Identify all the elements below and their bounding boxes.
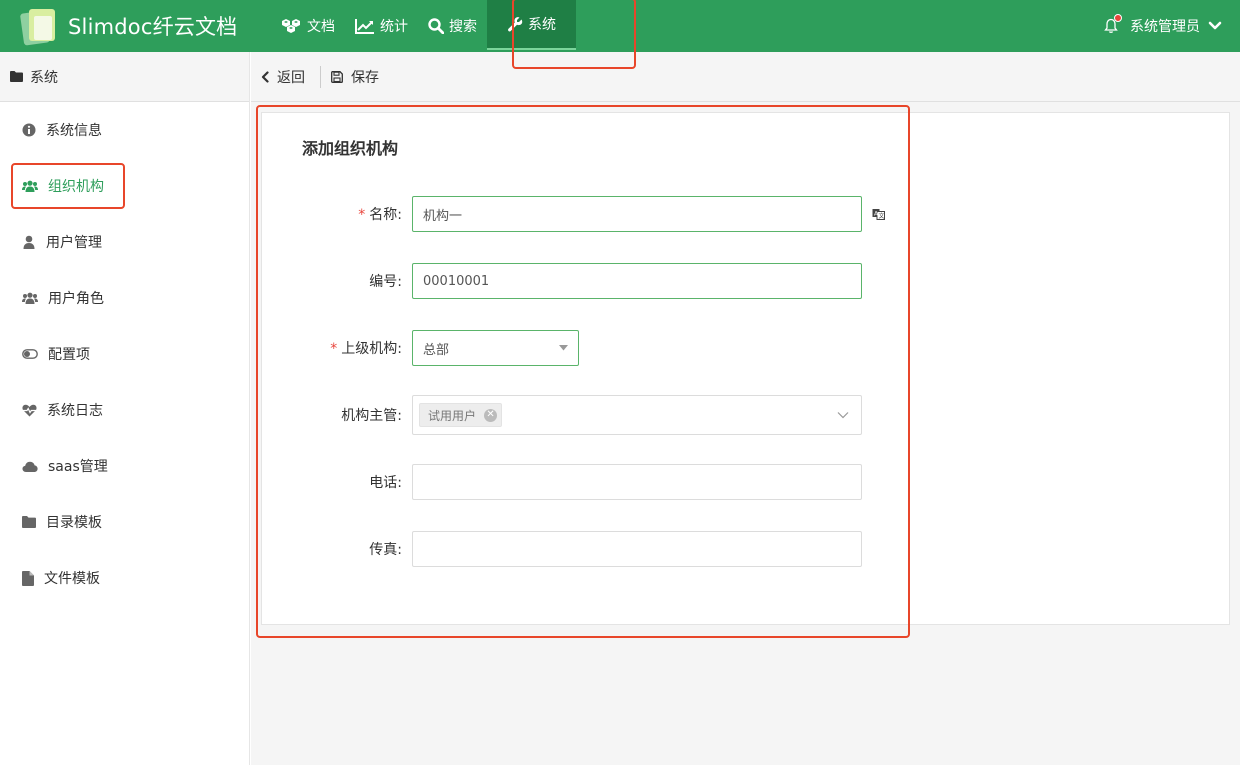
sidebar: 系统 系统信息 组织机构 用户管理 用户角色 配置项 系统日志 saas管理 目… xyxy=(0,52,250,765)
info-circle-icon xyxy=(22,123,36,137)
users-icon xyxy=(22,292,38,304)
chevron-down-icon xyxy=(837,412,849,419)
sidebar-item-label: saas管理 xyxy=(48,459,108,475)
form-row-manager: 机构主管: 试用用户 ✕ xyxy=(262,395,1231,435)
folder-icon xyxy=(22,516,36,528)
sidebar-header: 系统 xyxy=(0,52,249,102)
main-nav: 文档 统计 搜索 系统 xyxy=(270,0,576,52)
cubes-icon xyxy=(282,19,300,33)
sidebar-item-directory-template[interactable]: 目录模板 xyxy=(0,494,249,550)
sidebar-item-label: 用户角色 xyxy=(48,291,104,307)
manager-tag: 试用用户 ✕ xyxy=(419,403,503,427)
toggle-icon xyxy=(22,349,38,359)
folder-icon xyxy=(10,71,23,82)
sidebar-item-label: 文件模板 xyxy=(44,571,100,587)
save-button-label: 保存 xyxy=(351,69,379,86)
form-row-parent: * 上级机构: 总部 xyxy=(262,330,1231,366)
cloud-icon xyxy=(22,461,38,472)
user-icon xyxy=(23,235,35,249)
fax-input[interactable] xyxy=(412,531,862,567)
sidebar-item-system-info[interactable]: 系统信息 xyxy=(0,102,249,158)
manager-label: 机构主管: xyxy=(341,408,402,424)
back-button-label: 返回 xyxy=(277,69,305,86)
sidebar-item-label: 系统日志 xyxy=(47,403,103,419)
users-icon xyxy=(22,180,38,192)
svg-text:文: 文 xyxy=(879,212,885,220)
sidebar-item-system-log[interactable]: 系统日志 xyxy=(0,382,249,438)
nav-item-docs[interactable]: 文档 xyxy=(270,0,345,52)
name-label: * 名称: xyxy=(358,207,402,223)
logo[interactable]: Slimdoc纤云文档 xyxy=(19,6,270,46)
sidebar-item-user-management[interactable]: 用户管理 xyxy=(0,214,249,270)
nav-item-label: 搜索 xyxy=(449,19,477,35)
form-title: 添加组织机构 xyxy=(302,139,399,158)
sidebar-header-label: 系统 xyxy=(30,69,58,86)
wrench-icon xyxy=(508,17,523,32)
required-mark: * xyxy=(358,207,366,223)
nav-item-search[interactable]: 搜索 xyxy=(418,0,487,52)
app-title: Slimdoc纤云文档 xyxy=(68,15,238,39)
file-icon xyxy=(22,570,34,586)
form-row-phone: 电话: xyxy=(262,464,1231,500)
nav-item-label: 文档 xyxy=(307,19,335,35)
parent-select-value: 总部 xyxy=(423,342,450,358)
code-input[interactable]: 00010001 xyxy=(412,263,862,299)
user-area: 系统管理员 xyxy=(1104,0,1222,52)
save-button[interactable]: 保存 xyxy=(321,66,386,88)
form-row-fax: 传真: xyxy=(262,531,1231,567)
sidebar-item-label: 系统信息 xyxy=(46,123,102,139)
logo-icon xyxy=(19,6,60,46)
toolbar: 返回 保存 xyxy=(251,52,1240,102)
sidebar-item-label: 目录模板 xyxy=(46,515,102,531)
name-input[interactable]: 机构一 xyxy=(412,196,862,232)
sidebar-item-label: 配置项 xyxy=(48,347,90,363)
form-row-name: * 名称: 机构一 A文 xyxy=(262,196,1231,232)
translate-icon[interactable]: A文 xyxy=(872,208,885,220)
notification-button[interactable] xyxy=(1104,14,1122,34)
chevron-left-icon xyxy=(261,70,269,83)
nav-item-label: 统计 xyxy=(380,19,408,35)
back-button[interactable]: 返回 xyxy=(251,66,312,88)
tag-remove-icon[interactable]: ✕ xyxy=(484,408,498,422)
caret-down-icon xyxy=(559,345,568,351)
sidebar-item-saas[interactable]: saas管理 xyxy=(0,438,249,494)
form-row-code: 编号: 00010001 xyxy=(262,263,1231,299)
sidebar-item-label: 用户管理 xyxy=(46,235,102,251)
nav-item-label: 系统 xyxy=(528,17,556,33)
line-chart-icon xyxy=(355,19,374,34)
chevron-down-icon[interactable] xyxy=(1208,21,1222,31)
parent-select[interactable]: 总部 xyxy=(412,330,579,366)
phone-input[interactable] xyxy=(412,464,862,500)
required-mark: * xyxy=(330,341,338,357)
form-card: 添加组织机构 * 名称: 机构一 A文 编号: 00010001 * 上级机构: 总… xyxy=(261,112,1230,625)
phone-label: 电话: xyxy=(369,475,402,491)
nav-item-stats[interactable]: 统计 xyxy=(345,0,418,52)
code-label: 编号: xyxy=(369,274,402,290)
heartbeat-icon xyxy=(22,404,37,416)
top-bar: Slimdoc纤云文档 文档 统计 搜索 系统 系统管理员 xyxy=(0,0,1240,52)
main-content: 添加组织机构 * 名称: 机构一 A文 编号: 00010001 * 上级机构: 总… xyxy=(251,102,1240,765)
nav-item-system[interactable]: 系统 xyxy=(487,0,576,50)
manager-tag-label: 试用用户 xyxy=(428,408,477,423)
sidebar-item-file-template[interactable]: 文件模板 xyxy=(0,550,249,606)
notification-dot xyxy=(1114,14,1122,22)
fax-label: 传真: xyxy=(369,542,402,558)
save-icon xyxy=(331,70,343,83)
search-icon xyxy=(428,18,444,34)
sidebar-item-user-roles[interactable]: 用户角色 xyxy=(0,270,249,326)
user-name[interactable]: 系统管理员 xyxy=(1130,16,1200,36)
sidebar-item-config[interactable]: 配置项 xyxy=(0,326,249,382)
parent-label: * 上级机构: xyxy=(330,341,402,357)
sidebar-item-organization[interactable]: 组织机构 xyxy=(0,158,249,214)
manager-select[interactable]: 试用用户 ✕ xyxy=(412,395,862,435)
sidebar-item-label: 组织机构 xyxy=(48,179,104,195)
